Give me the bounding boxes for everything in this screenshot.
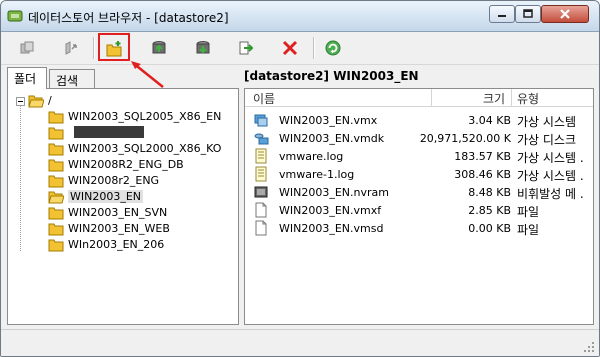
upload-button[interactable]: [59, 36, 83, 60]
folder-icon: [48, 223, 64, 236]
folder-pane: 폴더 검색 / WIN2003_SQL2005_X86_EN WIN2003_S…: [7, 67, 239, 325]
tree-folder[interactable]: WIN2003_SQL2005_X86_EN: [48, 109, 238, 125]
tree-folder[interactable]: WIN2008r2_ENG: [48, 173, 238, 189]
log-icon: [255, 148, 267, 164]
tree-folder[interactable]: WIN2008R2_ENG_DB: [48, 157, 238, 173]
maximize-button[interactable]: [515, 5, 541, 23]
file-row[interactable]: WIN2003_EN.vmsd 0.00 KB 파일: [245, 219, 593, 237]
tree-label: /: [48, 94, 52, 107]
download-button[interactable]: [191, 36, 215, 60]
file-list[interactable]: 이름 크기 유형 WIN2003_EN.vmx 3.04 KB 가상 시스템 W…: [244, 88, 594, 325]
tree-folder[interactable]: WIN2003_EN_WEB: [48, 221, 238, 237]
upload-file-icon: [152, 41, 166, 54]
toolbar-separator: [93, 37, 95, 59]
delete-icon: [282, 40, 298, 56]
folder-icon: [48, 111, 64, 124]
folder-tree[interactable]: / WIN2003_SQL2005_X86_EN WIN2003_SQL2000…: [7, 88, 239, 325]
file-row[interactable]: WIN2003_EN.vmx 3.04 KB 가상 시스템: [245, 111, 593, 129]
vmdk-icon: [254, 133, 269, 145]
folder-icon: [48, 143, 64, 156]
upload-icon: [65, 41, 77, 55]
new-folder-highlight: [98, 33, 130, 61]
refresh-icon: [325, 40, 341, 56]
status-bar: [1, 329, 599, 356]
folder-open-icon: [48, 191, 64, 204]
folder-open-icon: [28, 95, 44, 108]
move-icon: [239, 41, 254, 55]
column-size[interactable]: 크기: [483, 90, 505, 107]
upload-file-button[interactable]: [147, 36, 171, 60]
folder-icon: [48, 127, 64, 140]
close-button[interactable]: [541, 5, 589, 23]
tab-search[interactable]: 검색: [49, 69, 95, 88]
folder-icon: [48, 175, 64, 188]
column-name[interactable]: 이름: [253, 90, 275, 107]
delete-button[interactable]: [278, 36, 302, 60]
tree-folder[interactable]: WIn2003_EN_206: [48, 237, 238, 253]
file-row[interactable]: vmware.log 183.57 KB 가상 시스템 .: [245, 147, 593, 165]
current-path: [datastore2] WIN2003_EN: [244, 69, 419, 83]
refresh-button[interactable]: [321, 36, 345, 60]
toolbar: [1, 32, 599, 65]
file-row[interactable]: WIN2003_EN.nvram 8.48 KB 비휘발성 메 .: [245, 183, 593, 201]
resize-grip-icon[interactable]: [583, 341, 595, 353]
file-icon: [255, 202, 267, 218]
title-bar[interactable]: 데이터스토어 브라우저 - [datastore2]: [1, 1, 599, 32]
tab-folders[interactable]: 폴더: [7, 67, 47, 89]
tree-folder-selected[interactable]: WIN2003_EN: [48, 189, 238, 205]
toolbar-separator: [313, 37, 315, 59]
folder-icon: [48, 239, 64, 252]
file-row[interactable]: vmware-1.log 308.46 KB 가상 시스템 .: [245, 165, 593, 183]
tree-folder[interactable]: WIN2003_EN_SVN: [48, 205, 238, 221]
download-icon: [196, 41, 210, 54]
log-icon: [255, 166, 267, 182]
app-icon: [7, 10, 23, 22]
move-button[interactable]: [234, 36, 258, 60]
window-title: 데이터스토어 브라우저 - [datastore2]: [28, 11, 229, 25]
browse-button[interactable]: [15, 36, 39, 60]
vmx-icon: [254, 114, 268, 127]
datastore-browser-window: 데이터스토어 브라우저 - [datastore2] 폴더 검색 / WIN20…: [0, 0, 600, 357]
left-tabs: 폴더 검색: [7, 67, 239, 89]
nvram-icon: [254, 186, 268, 198]
file-icon: [255, 220, 267, 236]
folder-icon: [48, 159, 64, 172]
file-row[interactable]: WIN2003_EN.vmdk 20,971,520.00 K 가상 디스크: [245, 129, 593, 147]
list-header: 이름 크기 유형: [245, 89, 593, 107]
redacted-folder-name: [74, 126, 144, 138]
tree-folder[interactable]: WIN2003_SQL2000_X86_KO: [48, 141, 238, 157]
tree-root[interactable]: /: [28, 93, 68, 109]
collapse-toggle[interactable]: [16, 97, 25, 106]
file-pane: [datastore2] WIN2003_EN 이름 크기 유형 WIN2003…: [244, 67, 594, 325]
folder-icon: [48, 207, 64, 220]
browse-icon: [20, 41, 34, 54]
column-type[interactable]: 유형: [517, 90, 539, 107]
file-row[interactable]: WIN2003_EN.vmxf 2.85 KB 파일: [245, 201, 593, 219]
minimize-button[interactable]: [489, 5, 515, 23]
